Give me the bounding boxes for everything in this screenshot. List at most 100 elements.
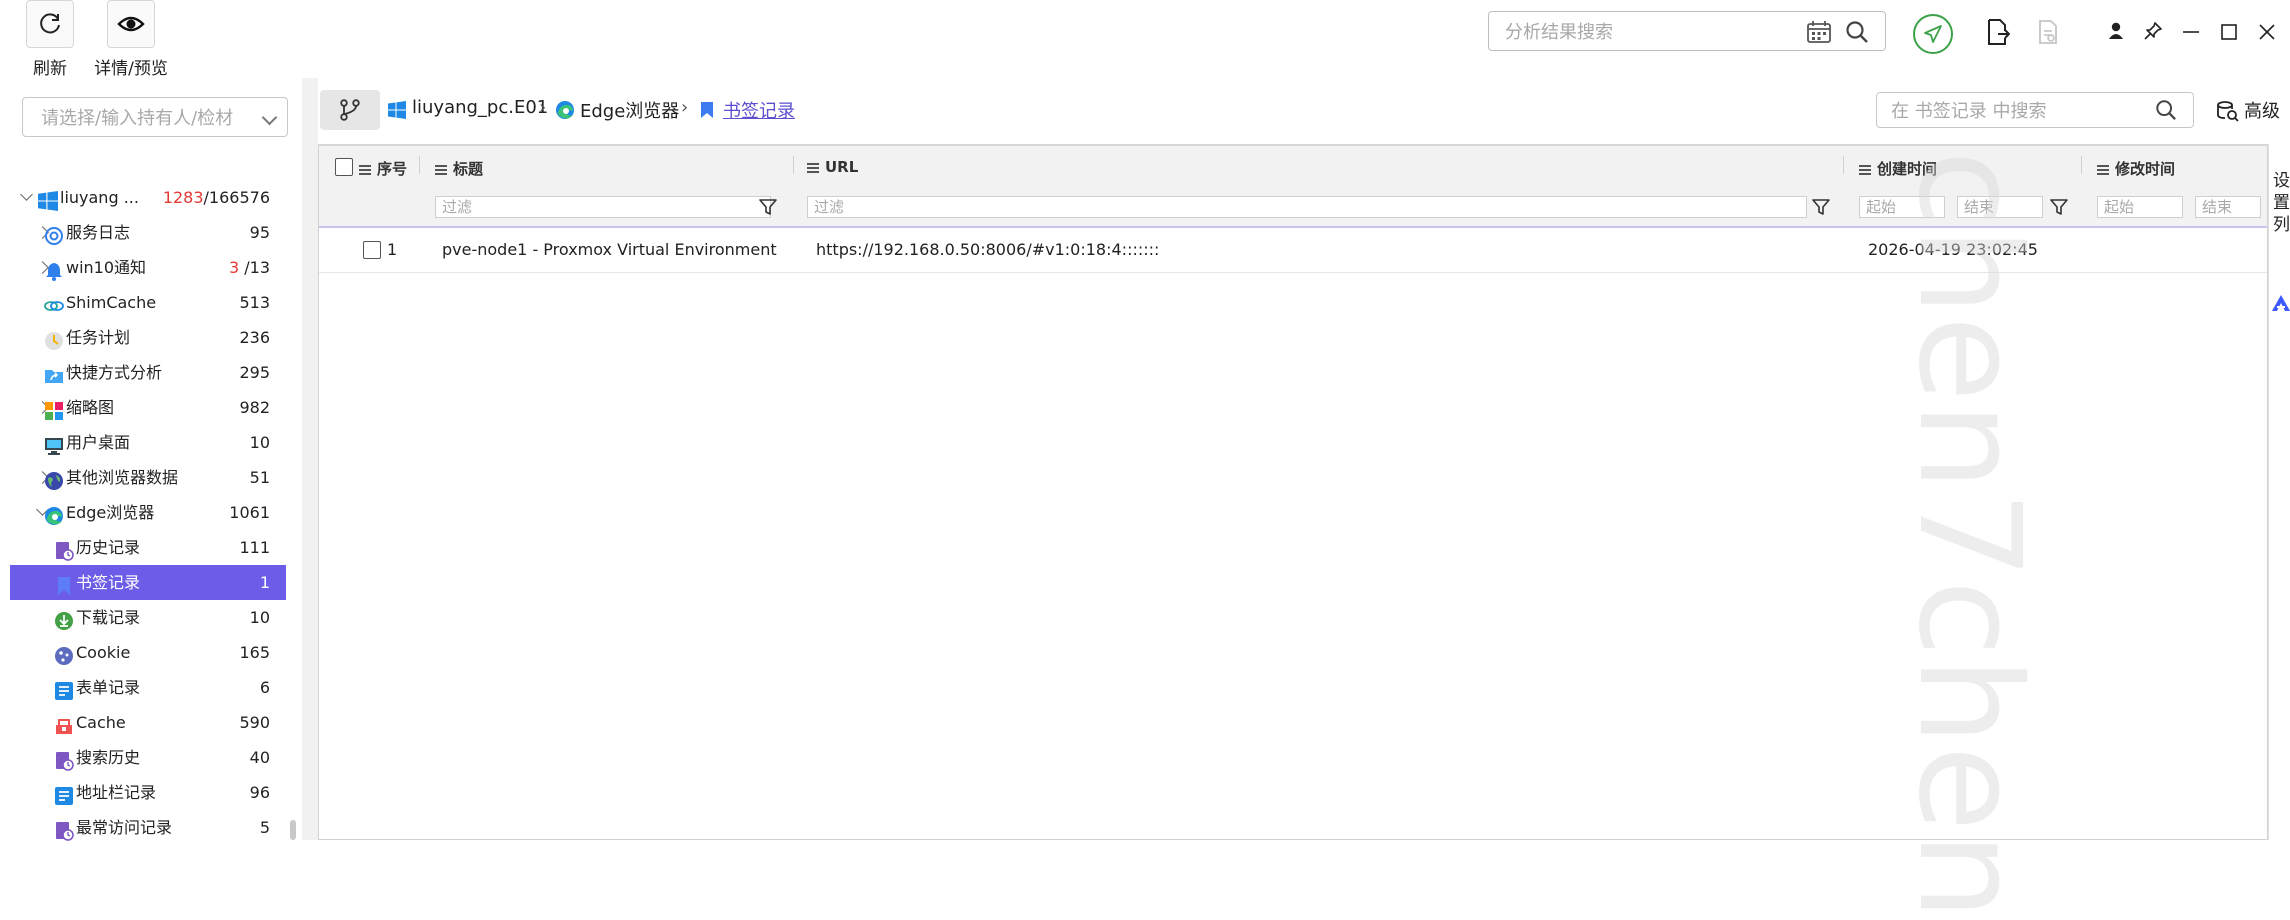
current-search-input[interactable]: [1889, 99, 2153, 123]
tree-item-count: 295: [239, 363, 270, 382]
tree-item[interactable]: 其他浏览器数据 51: [10, 460, 286, 495]
tree-item-count: 1283/166576: [162, 188, 270, 207]
tree-item[interactable]: 任务计划 236: [10, 320, 286, 355]
column-menu-icon: [359, 164, 371, 175]
minimize-icon[interactable]: [2183, 31, 2199, 33]
row-index: 1: [387, 240, 398, 259]
select-all-checkbox[interactable]: [335, 158, 353, 176]
column-header-url[interactable]: URL: [807, 158, 858, 176]
column-settings-label: 设置列: [2273, 171, 2290, 235]
tree-item-label: Cache: [76, 713, 126, 732]
tree-item[interactable]: 地址栏记录 96: [10, 775, 286, 810]
tree-item-label: liuyang ...: [60, 188, 139, 207]
tree-item-label: 地址栏记录: [76, 783, 157, 802]
tree-item-label: 表单记录: [76, 678, 141, 697]
title-filter-input[interactable]: 过滤: [435, 196, 771, 218]
calendar-icon[interactable]: [1807, 21, 1831, 43]
thumbnail-icon: [44, 398, 64, 420]
column-header-index[interactable]: 序号: [359, 158, 407, 179]
tree-item[interactable]: liuyang ... 1283/166576: [10, 180, 286, 215]
search-icon[interactable]: [2155, 99, 2177, 121]
tree-item-count: 590: [239, 713, 270, 732]
tree-item-label: 其他浏览器数据: [66, 468, 179, 487]
column-divider[interactable]: [419, 156, 420, 174]
refresh-button[interactable]: 刷新: [10, 0, 90, 79]
column-divider[interactable]: [2081, 156, 2082, 174]
desktop-monitor-icon: [44, 433, 64, 455]
table-row[interactable]: 1 pve-node1 - Proxmox Virtual Environmen…: [319, 228, 2267, 273]
tree-item-count: 1: [259, 573, 270, 592]
cookie-icon: [54, 643, 74, 665]
chevron-down-icon[interactable]: [261, 109, 278, 126]
tree-item[interactable]: 历史记录 111: [10, 530, 286, 565]
pin-icon[interactable]: [2144, 22, 2162, 40]
tree-item-label: 任务计划: [66, 328, 131, 347]
modified-end-input[interactable]: 结束: [2195, 196, 2261, 218]
export-file-icon[interactable]: [1986, 19, 2010, 45]
detail-preview-button[interactable]: 详情/预览: [91, 0, 171, 79]
maximize-icon[interactable]: [2221, 24, 2237, 40]
breadcrumb-bar: liuyang_pc.E01 › Edge浏览器 › 书签记录 高级: [318, 78, 2290, 144]
edge-browser-icon: [556, 101, 574, 119]
tree-item[interactable]: 快捷方式分析 295: [10, 355, 286, 390]
modified-start-input[interactable]: 起始: [2097, 196, 2183, 218]
tree-item[interactable]: win10通知 3 /13: [10, 250, 286, 285]
created-end-input[interactable]: 结束: [1957, 196, 2043, 218]
analysis-search-input[interactable]: [1503, 19, 1807, 45]
tree-item-count: 96: [249, 783, 270, 802]
analysis-search-box: [1488, 11, 1886, 51]
column-divider[interactable]: [1843, 156, 1844, 174]
assistant-icon[interactable]: [2271, 294, 2290, 312]
row-checkbox[interactable]: [363, 241, 381, 259]
tree-item[interactable]: Cache 590: [10, 705, 286, 740]
notification-bell-icon: [44, 258, 64, 281]
tree-item[interactable]: 表单记录 6: [10, 670, 286, 705]
form-record-icon: [54, 678, 74, 700]
breadcrumb-item-edge[interactable]: Edge浏览器: [580, 97, 679, 123]
tree-item-label: win10通知: [66, 258, 147, 277]
holder-select-input[interactable]: [39, 106, 257, 130]
edge-browser-icon: [44, 503, 64, 525]
user-icon[interactable]: [2108, 22, 2124, 40]
close-icon[interactable]: [2259, 24, 2275, 40]
tree-item[interactable]: 书签记录 1: [10, 565, 286, 600]
windows-icon: [38, 188, 58, 211]
tree-item-count: 982: [239, 398, 270, 417]
url-filter-input[interactable]: 过滤: [807, 196, 1807, 218]
tree-item[interactable]: 用户桌面 10: [10, 425, 286, 460]
column-header-created[interactable]: 创建时间: [1859, 158, 1937, 179]
tree-item[interactable]: Edge浏览器 1061: [10, 495, 286, 530]
tree-item[interactable]: 下载记录 10: [10, 600, 286, 635]
tree-item[interactable]: 服务日志 95: [10, 215, 286, 250]
filter-icon[interactable]: [759, 198, 777, 216]
filter-icon[interactable]: [2050, 198, 2068, 216]
send-button[interactable]: [1913, 14, 1953, 54]
tree-item[interactable]: ShimCache 513: [10, 285, 286, 320]
column-menu-icon: [1859, 164, 1871, 175]
most-visited-icon: [54, 818, 74, 841]
chevron-down-icon[interactable]: [20, 188, 33, 201]
breadcrumb-item-image[interactable]: liuyang_pc.E01: [412, 97, 548, 118]
filter-icon[interactable]: [1812, 198, 1830, 216]
column-header-modified[interactable]: 修改时间: [2097, 158, 2175, 179]
branch-toggle-button[interactable]: [320, 90, 380, 130]
refresh-label: 刷新: [33, 59, 67, 79]
tree-item-count: 165: [239, 643, 270, 662]
holder-select[interactable]: [22, 97, 288, 137]
address-bar-icon: [54, 783, 74, 805]
tree-item-count: 40: [249, 748, 270, 767]
search-icon[interactable]: [1845, 20, 1869, 44]
tree-item[interactable]: 缩略图 982: [10, 390, 286, 425]
download-icon: [54, 608, 74, 630]
column-header-title[interactable]: 标题: [435, 158, 483, 179]
created-start-input[interactable]: 起始: [1859, 196, 1945, 218]
pane-splitter[interactable]: [302, 78, 318, 840]
tree-scrollbar[interactable]: [290, 820, 296, 840]
breadcrumb-item-bookmarks[interactable]: 书签记录: [723, 97, 795, 123]
tree-item[interactable]: 搜索历史 40: [10, 740, 286, 775]
eye-icon: [107, 0, 155, 48]
column-settings-panel[interactable]: 设置列: [2268, 144, 2290, 840]
column-divider[interactable]: [793, 156, 794, 174]
tree-item[interactable]: Cookie 165: [10, 635, 286, 670]
tree-item-label: 用户桌面: [66, 433, 131, 452]
